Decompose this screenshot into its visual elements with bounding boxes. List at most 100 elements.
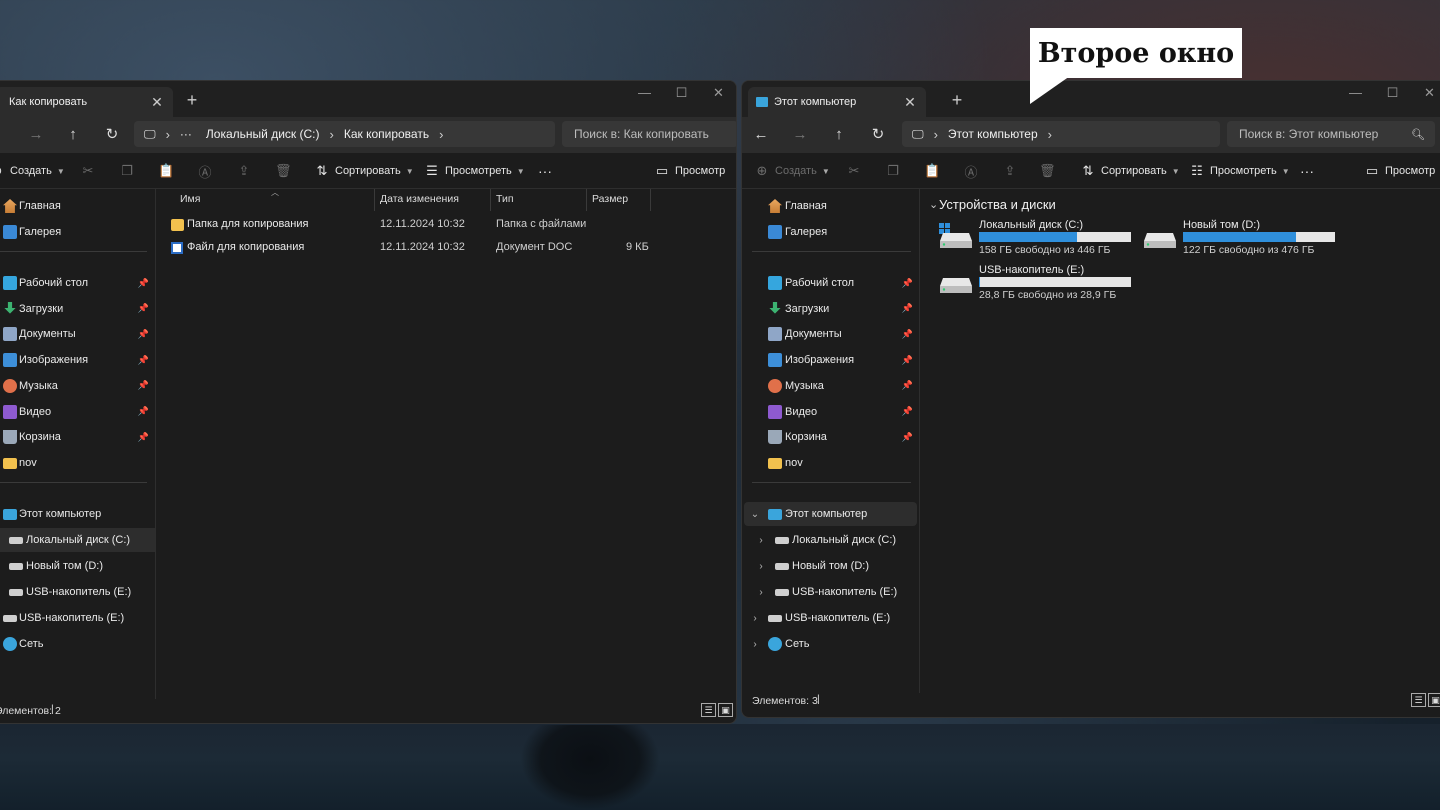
sidebar-item-usb[interactable]: › USB-накопитель (E:): [742, 606, 919, 630]
pin-icon[interactable]: 📌: [138, 432, 149, 443]
view-button[interactable]: ☷ Просмотреть ▼: [1189, 161, 1290, 181]
pin-icon[interactable]: 📌: [138, 355, 149, 366]
rename-button[interactable]: Ⓐ: [963, 161, 984, 181]
close-tab-icon[interactable]: ✕: [902, 94, 918, 111]
sidebar-item-home[interactable]: Главная: [742, 194, 919, 218]
copy-button[interactable]: ❐: [119, 161, 140, 181]
pin-icon[interactable]: 📌: [138, 303, 149, 314]
maximize-button[interactable]: ☐: [663, 83, 700, 105]
sidebar-item-this-pc[interactable]: Этот компьютер: [0, 502, 155, 526]
column-divider[interactable]: [586, 189, 587, 211]
title-bar[interactable]: Этот компьютер ✕ + — ☐ ✕: [742, 81, 1440, 117]
pin-icon[interactable]: 📌: [138, 329, 149, 340]
sort-button[interactable]: ⇅ Сортировать ▼: [1080, 161, 1180, 181]
up-button[interactable]: ↑: [60, 123, 86, 147]
sidebar-item-drive-d[interactable]: › Новый том (D:): [742, 554, 919, 578]
pin-icon[interactable]: 📌: [138, 406, 149, 417]
file-row[interactable]: Папка для копирования 12.11.2024 10:32 П…: [157, 214, 736, 236]
create-button[interactable]: ⊕ Создать ▼: [0, 161, 65, 181]
tab-kak-kopirovat[interactable]: Как копировать ✕: [0, 87, 173, 117]
sort-button[interactable]: ⇅ Сортировать ▼: [314, 161, 414, 181]
explorer-window-2[interactable]: Этот компьютер ✕ + — ☐ ✕ ← → ↑ ↻ 🖵 › Это…: [741, 80, 1440, 718]
sidebar-item-drive-e[interactable]: › USB-накопитель (E:): [742, 580, 919, 604]
preview-pane-button[interactable]: ▭ Просмотр: [1364, 161, 1435, 181]
view-button[interactable]: ☰ Просмотреть ▼: [424, 161, 525, 181]
paste-button[interactable]: 📋: [158, 161, 179, 181]
preview-pane-button[interactable]: ▭ Просмотр: [654, 161, 725, 181]
sidebar-item-pinned[interactable]: Рабочий стол 📌: [742, 271, 919, 295]
minimize-button[interactable]: —: [626, 83, 663, 105]
tiles-view-icon[interactable]: ▣: [1428, 693, 1440, 707]
pin-icon[interactable]: 📌: [902, 329, 913, 340]
sidebar-item-pinned[interactable]: Загрузки 📌: [0, 297, 155, 321]
close-tab-icon[interactable]: ✕: [149, 94, 165, 111]
pin-icon[interactable]: 📌: [902, 432, 913, 443]
forward-button[interactable]: →: [787, 123, 813, 147]
refresh-button[interactable]: ↻: [99, 123, 125, 147]
column-name[interactable]: Имя: [180, 193, 200, 205]
sidebar-item-home[interactable]: Главная: [0, 194, 155, 218]
chevron-right-icon[interactable]: ›: [749, 639, 761, 650]
column-date[interactable]: Дата изменения: [380, 193, 459, 205]
pin-icon[interactable]: 📌: [138, 380, 149, 391]
sidebar-item-pinned[interactable]: Изображения 📌: [0, 348, 155, 372]
cut-button[interactable]: ✂: [80, 161, 101, 181]
sidebar-item-gallery[interactable]: Галерея: [742, 220, 919, 244]
address-bar[interactable]: 🖵 › ··· Локальный диск (C:) › Как копиро…: [134, 121, 555, 147]
more-options-button[interactable]: ···: [538, 161, 552, 181]
maximize-button[interactable]: ☐: [1374, 83, 1411, 105]
share-button[interactable]: ⇪: [1002, 161, 1023, 181]
sidebar-item-network[interactable]: Сеть: [0, 632, 155, 656]
file-row[interactable]: Файл для копирования 12.11.2024 10:32 До…: [157, 237, 736, 259]
chevron-right-icon[interactable]: ›: [749, 613, 761, 624]
pin-icon[interactable]: 📌: [902, 406, 913, 417]
sidebar-item-nov[interactable]: nov: [742, 451, 919, 475]
title-bar[interactable]: Как копировать ✕ + — ☐ ✕: [0, 81, 736, 117]
new-tab-button[interactable]: +: [180, 89, 204, 113]
sidebar-item-drive-e[interactable]: USB-накопитель (E:): [0, 580, 155, 604]
column-size[interactable]: Размер: [592, 193, 628, 205]
pin-icon[interactable]: 📌: [138, 278, 149, 289]
tab-this-pc[interactable]: Этот компьютер ✕: [748, 87, 926, 117]
drive-tile[interactable]: Локальный диск (C:) 158 ГБ свободно из 44…: [939, 219, 1139, 259]
share-button[interactable]: ⇪: [236, 161, 257, 181]
group-title[interactable]: Устройства и диски: [939, 197, 1056, 212]
explorer-window-1[interactable]: Как копировать ✕ + — ☐ ✕ → ↑ ↻ 🖵 › ··· Л…: [0, 80, 737, 724]
column-type[interactable]: Тип: [496, 193, 514, 205]
new-tab-button[interactable]: +: [945, 89, 969, 113]
tiles-view-icon[interactable]: ▣: [718, 703, 733, 717]
sidebar-item-this-pc[interactable]: ⌄ Этот компьютер: [744, 502, 917, 526]
column-divider[interactable]: [374, 189, 375, 211]
sidebar-item-nov[interactable]: nov: [0, 451, 155, 475]
sidebar-item-pinned[interactable]: Изображения 📌: [742, 348, 919, 372]
breadcrumb-current-folder[interactable]: Как копировать: [344, 127, 429, 141]
sidebar-item-pinned[interactable]: Корзина 📌: [742, 425, 919, 449]
details-view-icon[interactable]: ☰: [1411, 693, 1426, 707]
up-button[interactable]: ↑: [826, 123, 852, 147]
drive-tile[interactable]: Новый том (D:) 122 ГБ свободно из 476 ГБ: [1143, 219, 1343, 259]
sidebar-item-pinned[interactable]: Рабочий стол 📌: [0, 271, 155, 295]
cut-button[interactable]: ✂: [846, 161, 867, 181]
sidebar-item-gallery[interactable]: Галерея: [0, 220, 155, 244]
breadcrumb-current-folder[interactable]: Этот компьютер: [948, 127, 1038, 141]
forward-button[interactable]: →: [23, 123, 49, 147]
drive-tile[interactable]: USB-накопитель (E:) 28,8 ГБ свободно из 2…: [939, 264, 1139, 304]
column-divider[interactable]: [650, 189, 651, 211]
details-view-icon[interactable]: ☰: [701, 703, 716, 717]
close-window-button[interactable]: ✕: [700, 83, 736, 105]
sidebar-item-pinned[interactable]: Документы 📌: [0, 322, 155, 346]
pin-icon[interactable]: 📌: [902, 355, 913, 366]
delete-button[interactable]: 🗑: [1039, 161, 1060, 181]
search-icon[interactable]: 🔍︎: [1411, 128, 1425, 141]
search-input[interactable]: Поиск в: Как копировать: [562, 121, 736, 147]
create-button[interactable]: ⊕ Создать ▼: [754, 161, 830, 181]
sidebar-item-pinned[interactable]: Музыка 📌: [0, 374, 155, 398]
search-input[interactable]: Поиск в: Этот компьютер 🔍︎: [1227, 121, 1435, 147]
chevron-down-icon[interactable]: ⌄: [929, 198, 938, 211]
chevron-right-icon[interactable]: ›: [755, 587, 767, 598]
sidebar-item-usb[interactable]: USB-накопитель (E:): [0, 606, 155, 630]
pin-icon[interactable]: 📌: [902, 278, 913, 289]
copy-button[interactable]: ❐: [885, 161, 906, 181]
back-button[interactable]: ←: [748, 123, 774, 147]
paste-button[interactable]: 📋: [924, 161, 945, 181]
